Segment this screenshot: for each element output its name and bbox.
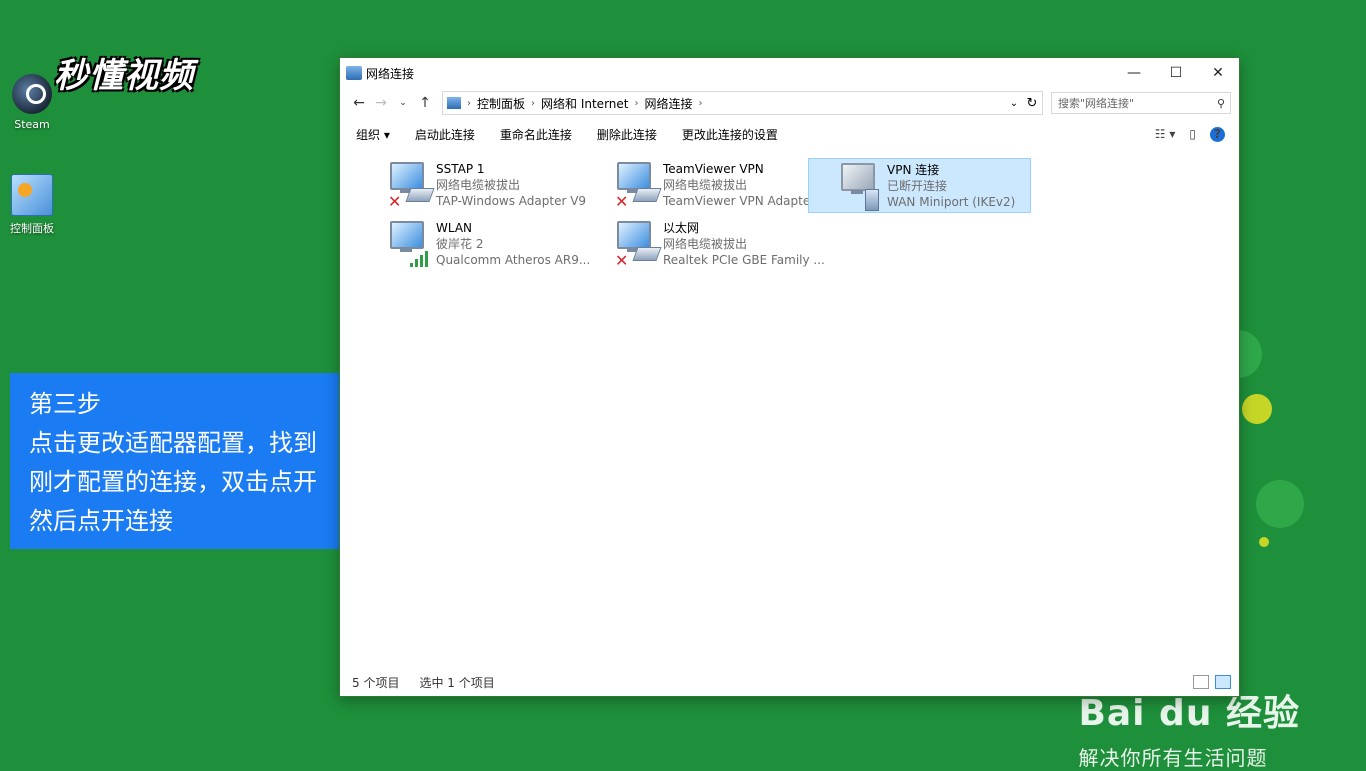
ethernet-disconnected-icon: ✕ bbox=[615, 221, 662, 271]
instruction-box: 第三步 点击更改适配器配置，找到 刚才配置的连接，双击点开 然后点开连接 bbox=[10, 373, 352, 549]
address-dropdown-icon[interactable]: ⌄ bbox=[1006, 98, 1022, 109]
recent-locations-chevron-icon[interactable]: ⌄ bbox=[392, 98, 414, 108]
details-view-icon[interactable] bbox=[1193, 675, 1209, 689]
connection-name: VPN 连接 bbox=[887, 163, 940, 177]
help-icon[interactable]: ? bbox=[1210, 126, 1225, 142]
steam-icon bbox=[12, 74, 52, 114]
connection-item-wlan[interactable]: WLAN 彼岸花 2 Qualcomm Atheros AR9... bbox=[384, 217, 606, 272]
ethernet-disconnected-icon: ✕ bbox=[388, 162, 435, 212]
decorative-dot bbox=[1242, 394, 1272, 424]
connection-adapter: TeamViewer VPN Adapter bbox=[663, 194, 816, 208]
address-row: ← → ⌄ ↑ › 控制面板 › 网络和 Internet › 网络连接 › ⌄… bbox=[340, 88, 1239, 118]
forward-arrow-icon[interactable]: → bbox=[370, 95, 392, 111]
close-button[interactable]: ✕ bbox=[1197, 58, 1239, 88]
connection-adapter: WAN Miniport (IKEv2) bbox=[887, 195, 1016, 209]
brand-tagline: 解决你所有生活问题 bbox=[1078, 746, 1268, 770]
desktop-icon-control-panel[interactable]: 控制面板 bbox=[0, 174, 64, 236]
wifi-connected-icon bbox=[388, 221, 434, 271]
up-arrow-icon[interactable]: ↑ bbox=[414, 95, 436, 111]
decorative-shape bbox=[1238, 330, 1262, 378]
breadcrumb-separator-icon[interactable]: › bbox=[699, 98, 703, 109]
connection-item-teamviewer-vpn[interactable]: ✕ TeamViewer VPN 网络电缆被拔出 TeamViewer VPN … bbox=[611, 158, 833, 213]
desktop-icon-label: Steam bbox=[14, 118, 50, 131]
title-bar[interactable]: 网络连接 — ☐ ✕ bbox=[340, 58, 1239, 88]
connection-status: 网络电缆被拔出 bbox=[663, 178, 748, 192]
selected-count: 选中 1 个项目 bbox=[419, 675, 495, 690]
connection-name: TeamViewer VPN bbox=[663, 162, 764, 176]
connection-name: WLAN bbox=[436, 221, 473, 235]
breadcrumb-separator-icon: › bbox=[467, 97, 471, 109]
maximize-button[interactable]: ☐ bbox=[1155, 58, 1197, 88]
rename-connection-button[interactable]: 重命名此连接 bbox=[500, 126, 572, 143]
desktop-icon-label: 控制面板 bbox=[10, 222, 54, 235]
instruction-line: 第三步 bbox=[29, 390, 101, 418]
connection-status: 已断开连接 bbox=[887, 179, 948, 193]
command-bar: 组织 ▾ 启动此连接 重命名此连接 删除此连接 更改此连接的设置 ☷ ▾ ▯ ? bbox=[340, 118, 1239, 150]
refresh-icon[interactable]: ↻ bbox=[1022, 96, 1042, 111]
ethernet-disconnected-icon: ✕ bbox=[615, 162, 662, 212]
instruction-line: 然后点开连接 bbox=[29, 507, 173, 535]
decorative-star-badge bbox=[1256, 480, 1304, 528]
control-panel-small-icon bbox=[447, 97, 461, 109]
status-bar: 5 个项目 选中 1 个项目 bbox=[340, 668, 1239, 696]
delete-connection-button[interactable]: 删除此连接 bbox=[597, 126, 657, 143]
item-count: 5 个项目 bbox=[352, 675, 400, 690]
breadcrumb-separator-icon[interactable]: › bbox=[634, 98, 638, 109]
connection-status: 网络电缆被拔出 bbox=[436, 178, 521, 192]
breadcrumb-network-connections[interactable]: 网络连接 bbox=[644, 95, 692, 112]
video-watermark: 秒懂视频 bbox=[54, 56, 194, 96]
tiles-view-icon[interactable] bbox=[1215, 675, 1231, 689]
network-connections-window: 网络连接 — ☐ ✕ ← → ⌄ ↑ › 控制面板 › 网络和 Internet… bbox=[340, 58, 1239, 696]
breadcrumb-network-internet[interactable]: 网络和 Internet bbox=[541, 95, 628, 112]
connection-name: SSTAP 1 bbox=[436, 162, 485, 176]
view-options-icon[interactable]: ☷ ▾ bbox=[1155, 127, 1176, 141]
search-icon[interactable]: ⚲ bbox=[1212, 97, 1230, 110]
connection-status: 彼岸花 2 bbox=[436, 237, 484, 251]
control-panel-icon bbox=[11, 174, 53, 216]
back-arrow-icon[interactable]: ← bbox=[348, 95, 370, 111]
window-title: 网络连接 bbox=[366, 66, 415, 81]
connection-adapter: TAP-Windows Adapter V9 bbox=[436, 194, 587, 208]
connection-item-sstap[interactable]: ✕ SSTAP 1 网络电缆被拔出 TAP-Windows Adapter V9 bbox=[384, 158, 606, 213]
breadcrumb-control-panel[interactable]: 控制面板 bbox=[477, 95, 525, 112]
instruction-line: 刚才配置的连接，双击点开 bbox=[29, 468, 317, 496]
start-connection-button[interactable]: 启动此连接 bbox=[415, 126, 475, 143]
instruction-line: 点击更改适配器配置，找到 bbox=[29, 429, 317, 457]
connection-adapter: Qualcomm Atheros AR9... bbox=[436, 253, 591, 267]
search-placeholder: 搜索"网络连接" bbox=[1058, 97, 1135, 110]
breadcrumb-separator-icon[interactable]: › bbox=[531, 98, 535, 109]
connection-adapter: Realtek PCIe GBE Family ... bbox=[663, 253, 825, 267]
minimize-button[interactable]: — bbox=[1113, 58, 1155, 88]
connection-item-vpn[interactable]: VPN 连接 已断开连接 WAN Miniport (IKEv2) bbox=[808, 158, 1031, 213]
search-input[interactable]: 搜索"网络连接" ⚲ bbox=[1051, 92, 1231, 114]
connections-list: ✕ SSTAP 1 网络电缆被拔出 TAP-Windows Adapter V9… bbox=[340, 152, 1239, 668]
network-connections-icon bbox=[346, 66, 362, 80]
preview-pane-icon[interactable]: ▯ bbox=[1189, 127, 1196, 141]
connection-name: 以太网 bbox=[663, 221, 700, 235]
organize-button[interactable]: 组织 ▾ bbox=[356, 126, 390, 143]
connection-item-ethernet[interactable]: ✕ 以太网 网络电缆被拔出 Realtek PCIe GBE Family ..… bbox=[611, 217, 833, 272]
change-connection-settings-button[interactable]: 更改此连接的设置 bbox=[682, 126, 778, 143]
baidu-jingyan-logo: Bai du 经验 解决你所有生活问题 bbox=[1078, 684, 1300, 771]
vpn-connection-icon bbox=[839, 163, 885, 213]
decorative-dot bbox=[1259, 537, 1269, 547]
connection-status: 网络电缆被拔出 bbox=[663, 237, 748, 251]
address-bar[interactable]: › 控制面板 › 网络和 Internet › 网络连接 › ⌄ ↻ bbox=[442, 91, 1043, 115]
